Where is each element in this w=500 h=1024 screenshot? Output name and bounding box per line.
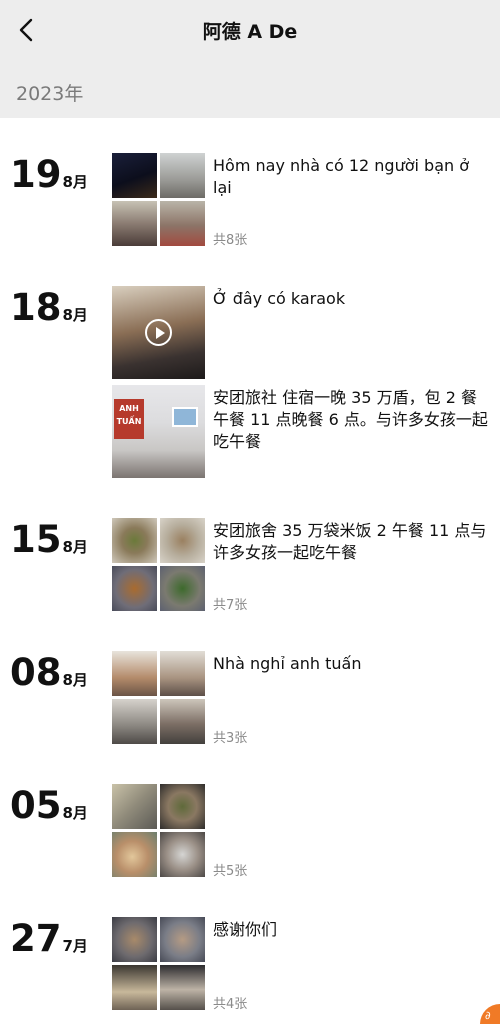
share-badge-icon[interactable]: ∂ [480, 1004, 500, 1024]
entry-caption[interactable]: Nhà nghỉ anh tuấn [213, 653, 488, 675]
photo-count: 共4张 [213, 997, 248, 1012]
photo-count: 共3张 [213, 731, 248, 746]
entry-month: 8月 [62, 173, 88, 191]
entry-date: 15 8月 [10, 518, 88, 562]
entry-date: 08 8月 [10, 651, 88, 695]
window [172, 407, 198, 427]
photo-grid-thumbnail[interactable] [112, 917, 205, 1010]
photo-count: 共7张 [213, 598, 248, 613]
photo-grid-thumbnail[interactable] [112, 651, 205, 744]
entry-day: 27 [10, 917, 62, 960]
entry-caption[interactable]: 感谢你们 [213, 919, 488, 941]
entry-caption[interactable]: Hôm nay nhà có 12 người bạn ở lại [213, 155, 488, 199]
photo-grid-thumbnail[interactable] [112, 518, 205, 611]
photo-count: 共8张 [213, 233, 248, 248]
page-title: 阿德 A De [202, 21, 298, 43]
year-header: 2023年 [0, 60, 500, 118]
entry-caption[interactable]: 安团旅社 住宿一晚 35 万盾，包 2 餐 午餐 11 点晚餐 6 点。与许多女… [213, 387, 488, 453]
entry-day: 08 [10, 651, 62, 694]
entry-day: 19 [10, 153, 62, 196]
sign-text: ANH [119, 404, 139, 413]
photo-grid-thumbnail[interactable] [112, 784, 205, 877]
year-label: 2023年 [16, 83, 84, 105]
entry-month: 7月 [62, 937, 88, 955]
entry-month: 8月 [62, 671, 88, 689]
entry-day: 05 [10, 784, 62, 827]
sign-board: ANH TUẤN [114, 399, 144, 439]
entry-day: 15 [10, 518, 62, 561]
entry-date: 18 8月 [10, 286, 88, 330]
entry-month: 8月 [62, 538, 88, 556]
photo-cell [112, 699, 157, 744]
entry-date: 19 8月 [10, 153, 88, 197]
entry-date: 27 7月 [10, 917, 88, 961]
photo-thumbnail[interactable]: ANH TUẤN [112, 385, 205, 478]
sign-text: TUẤN [116, 417, 142, 426]
entry-day: 18 [10, 286, 62, 329]
entry-month: 8月 [62, 804, 88, 822]
entry-caption[interactable]: Ở đây có karaok [213, 288, 488, 310]
photo-grid-thumbnail[interactable] [112, 153, 205, 246]
play-icon [145, 319, 172, 346]
top-bar: 阿德 A De [0, 0, 500, 60]
entry-month: 8月 [62, 306, 88, 324]
video-thumbnail[interactable] [112, 286, 205, 379]
entry-caption[interactable]: 安团旅舍 35 万袋米饭 2 午餐 11 点与许多女孩一起吃午餐 [213, 520, 488, 564]
photo-count: 共5张 [213, 864, 248, 879]
entry-date: 05 8月 [10, 784, 88, 828]
